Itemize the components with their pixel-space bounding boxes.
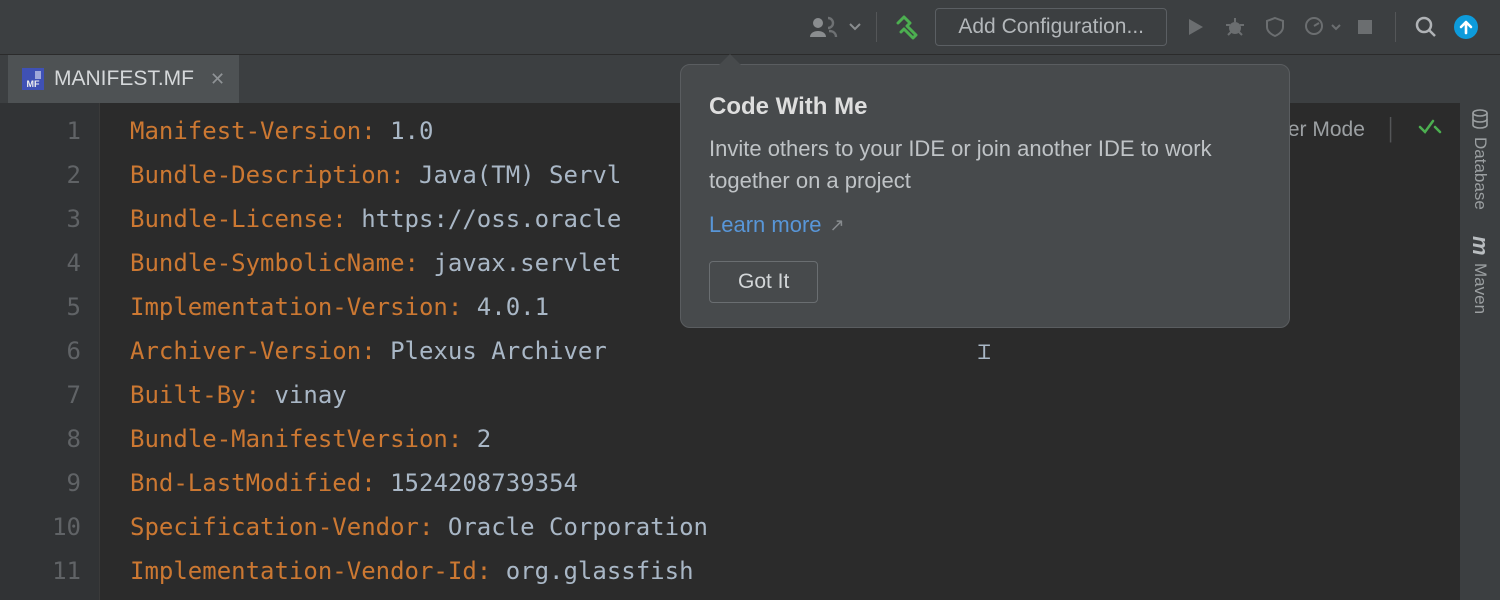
- inspections-widget[interactable]: der Mode │: [1276, 118, 1444, 142]
- editor-tab-manifest[interactable]: MF MANIFEST.MF ✕: [8, 55, 239, 103]
- close-tab-icon[interactable]: ✕: [210, 69, 225, 90]
- line-number: 1: [0, 109, 81, 153]
- build-hammer-icon[interactable]: [889, 9, 925, 45]
- code-with-me-icon[interactable]: [806, 9, 842, 45]
- code-line[interactable]: Bundle-License: https://oss.oracle: [130, 197, 708, 241]
- line-number: 6: [0, 329, 81, 373]
- update-available-icon[interactable]: [1448, 9, 1484, 45]
- code-line[interactable]: Implementation-Vendor-Id: org.glassfish: [130, 549, 708, 593]
- manifest-file-icon: MF: [22, 68, 44, 90]
- coverage-icon[interactable]: [1257, 9, 1293, 45]
- line-number: 11: [0, 549, 81, 593]
- right-tool-window-strip: Database m Maven: [1460, 103, 1500, 600]
- database-tool-window-button[interactable]: Database: [1470, 109, 1490, 210]
- code-line[interactable]: Specification-Vendor: Oracle Corporation: [130, 505, 708, 549]
- code-area[interactable]: Manifest-Version: 1.0Bundle-Description:…: [100, 103, 708, 600]
- code-line[interactable]: Bundle-ManifestVersion: 2: [130, 417, 708, 461]
- line-number: 9: [0, 461, 81, 505]
- profiler-icon[interactable]: [1297, 9, 1333, 45]
- line-number-gutter: 1234567891011: [0, 103, 100, 600]
- debug-icon[interactable]: [1217, 9, 1253, 45]
- code-with-me-popover: Code With Me Invite others to your IDE o…: [680, 64, 1290, 328]
- learn-more-link[interactable]: Learn more ↗: [709, 209, 845, 241]
- code-line[interactable]: Bnd-LastModified: 1524208739354: [130, 461, 708, 505]
- run-icon[interactable]: [1177, 9, 1213, 45]
- search-icon[interactable]: [1408, 9, 1444, 45]
- database-label: Database: [1470, 137, 1490, 210]
- code-line[interactable]: Manifest-Version: 1.0: [130, 109, 708, 153]
- line-number: 7: [0, 373, 81, 417]
- maven-tool-window-button[interactable]: m Maven: [1467, 236, 1493, 315]
- inspections-ok-icon[interactable]: [1418, 118, 1444, 142]
- tab-filename: MANIFEST.MF: [54, 67, 194, 91]
- line-number: 4: [0, 241, 81, 285]
- line-number: 10: [0, 505, 81, 549]
- code-line[interactable]: Built-By: vinay: [130, 373, 708, 417]
- stop-icon[interactable]: [1347, 9, 1383, 45]
- popover-title: Code With Me: [709, 91, 1261, 123]
- maven-icon: m: [1467, 236, 1493, 256]
- maven-label: Maven: [1470, 263, 1490, 314]
- external-link-icon: ↗: [830, 209, 845, 241]
- toolbar-separator: │: [1385, 118, 1398, 142]
- line-number: 8: [0, 417, 81, 461]
- toolbar-separator: [1395, 12, 1396, 42]
- line-number: 5: [0, 285, 81, 329]
- text-cursor-icon: Ꮖ: [978, 342, 991, 365]
- code-line[interactable]: Bundle-Description: Java(TM) Servl: [130, 153, 708, 197]
- line-number: 3: [0, 197, 81, 241]
- add-configuration-button[interactable]: Add Configuration...: [935, 8, 1167, 46]
- learn-more-label: Learn more: [709, 209, 822, 241]
- code-line[interactable]: Archiver-Version: Plexus Archiver: [130, 329, 708, 373]
- line-number: 2: [0, 153, 81, 197]
- got-it-button[interactable]: Got It: [709, 261, 818, 303]
- popover-body: Invite others to your IDE or join anothe…: [709, 133, 1261, 197]
- code-line[interactable]: Implementation-Version: 4.0.1: [130, 285, 708, 329]
- chevron-down-icon[interactable]: [1329, 9, 1343, 45]
- chevron-down-icon[interactable]: [846, 9, 864, 45]
- main-toolbar: Add Configuration...: [0, 0, 1500, 55]
- toolbar-separator: [876, 12, 877, 42]
- code-line[interactable]: Bundle-SymbolicName: javax.servlet: [130, 241, 708, 285]
